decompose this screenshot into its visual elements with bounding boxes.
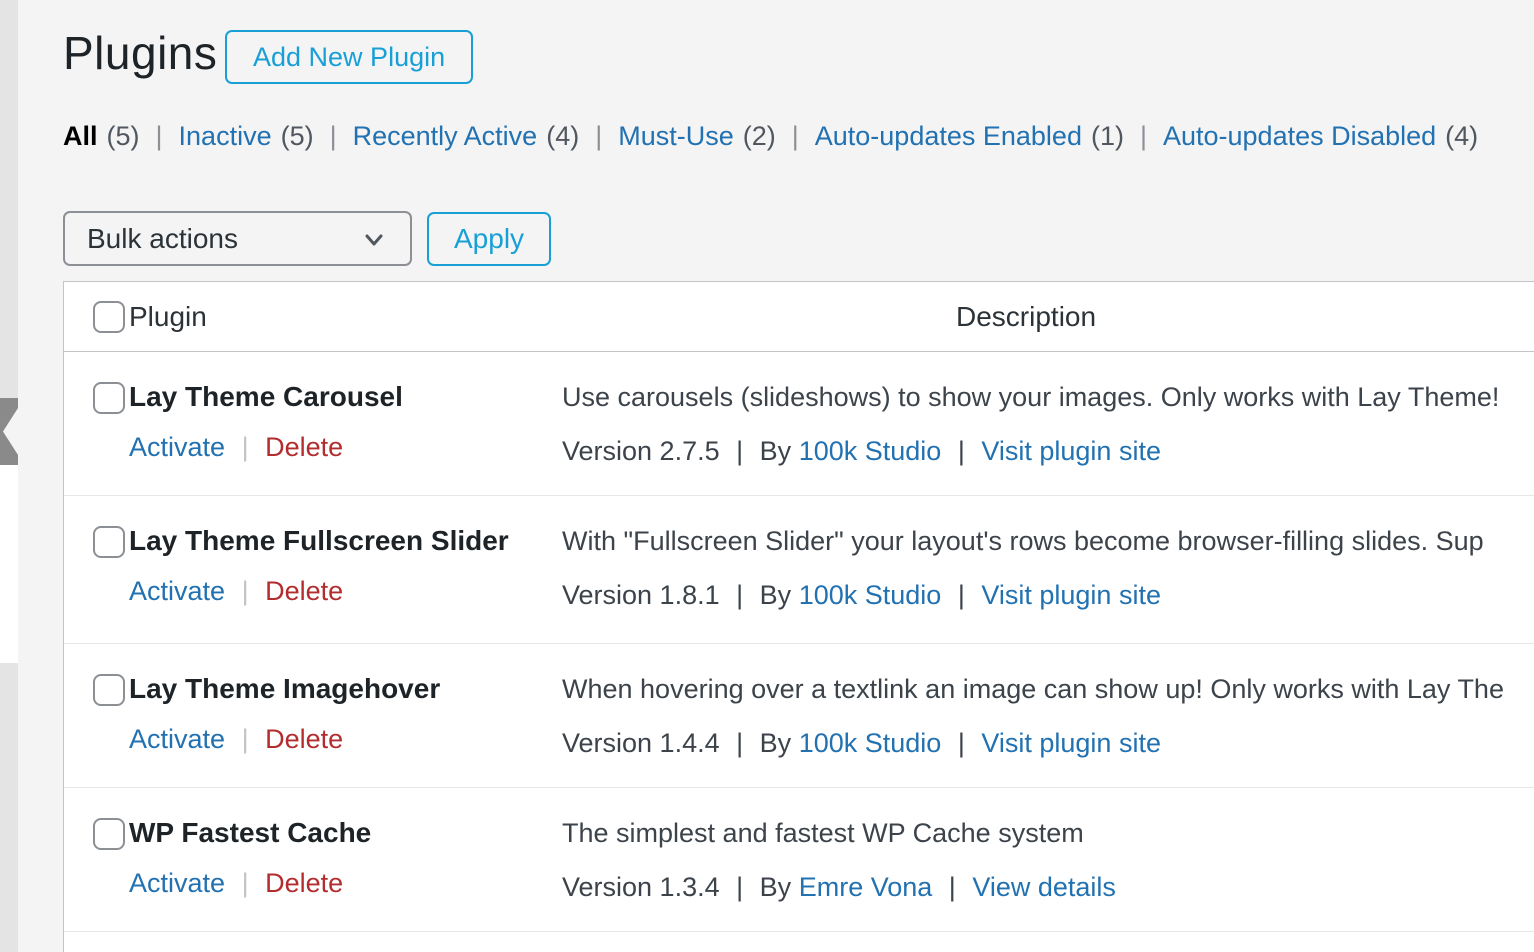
- view-details-link[interactable]: View details: [972, 872, 1116, 902]
- row-actions: Activate | Delete: [129, 723, 562, 756]
- activate-link[interactable]: Activate: [129, 432, 225, 462]
- plugin-version: Version 1.8.1: [562, 580, 720, 610]
- bulk-actions-select[interactable]: Bulk actions: [63, 211, 412, 266]
- plugin-row-wp-fastest-cache: WP Fastest Cache Activate | Delete The s…: [64, 788, 1534, 932]
- plugin-version: Version 1.4.4: [562, 728, 720, 758]
- plugin-status-filters: All (5) | Inactive (5) | Recently Active…: [63, 121, 1478, 152]
- plugin-name: WP Fastest Cache: [129, 816, 562, 850]
- plugin-meta: Version 2.7.5 | By 100k Studio | Visit p…: [562, 435, 1534, 468]
- back-chevron-tab: [0, 398, 18, 465]
- filter-inactive[interactable]: Inactive (5): [179, 121, 314, 152]
- add-new-plugin-button[interactable]: Add New Plugin: [225, 30, 473, 84]
- action-separator: |: [242, 724, 249, 754]
- activate-link[interactable]: Activate: [129, 576, 225, 606]
- plugin-version: Version 1.3.4: [562, 872, 720, 902]
- visit-plugin-site-link[interactable]: Visit plugin site: [981, 728, 1161, 758]
- filter-must-use[interactable]: Must-Use (2): [618, 121, 776, 152]
- plugin-row-lay-theme-carousel: Lay Theme Carousel Activate | Delete Use…: [64, 352, 1534, 496]
- filter-separator: |: [330, 121, 337, 152]
- filter-separator: |: [595, 121, 602, 152]
- column-header-plugin: Plugin: [129, 301, 562, 333]
- activate-link[interactable]: Activate: [129, 724, 225, 754]
- select-plugin-checkbox[interactable]: [93, 818, 125, 850]
- filter-separator: |: [156, 121, 163, 152]
- table-header-row: Plugin Description: [64, 282, 1534, 352]
- delete-link[interactable]: Delete: [265, 432, 343, 462]
- author-link[interactable]: 100k Studio: [799, 728, 942, 758]
- visit-plugin-site-link[interactable]: Visit plugin site: [981, 436, 1161, 466]
- action-separator: |: [242, 432, 249, 462]
- plugin-meta: Version 1.8.1 | By 100k Studio | Visit p…: [562, 579, 1534, 612]
- page-title: Plugins: [63, 26, 217, 80]
- select-plugin-checkbox[interactable]: [93, 674, 125, 706]
- author-link[interactable]: Emre Vona: [799, 872, 933, 902]
- column-header-description: Description: [562, 301, 1534, 333]
- left-edge-strip: [0, 0, 18, 952]
- plugin-version: Version 2.7.5: [562, 436, 720, 466]
- delete-link[interactable]: Delete: [265, 724, 343, 754]
- plugin-row-partial: [64, 932, 1534, 952]
- delete-link[interactable]: Delete: [265, 576, 343, 606]
- filter-separator: |: [792, 121, 799, 152]
- plugin-name: Lay Theme Carousel: [129, 380, 562, 414]
- select-all-checkbox[interactable]: [93, 301, 125, 333]
- plugin-name: Lay Theme Fullscreen Slider: [129, 524, 562, 558]
- apply-button[interactable]: Apply: [427, 212, 551, 266]
- plugin-row-lay-theme-fullscreen-slider: Lay Theme Fullscreen Slider Activate | D…: [64, 496, 1534, 644]
- plugin-row-lay-theme-imagehover: Lay Theme Imagehover Activate | Delete W…: [64, 644, 1534, 788]
- author-link[interactable]: 100k Studio: [799, 436, 942, 466]
- row-actions: Activate | Delete: [129, 431, 562, 464]
- filter-all[interactable]: All (5): [63, 121, 140, 152]
- plugins-admin-page: Plugins Add New Plugin All (5) | Inactiv…: [18, 0, 1534, 952]
- chevron-down-icon: [360, 225, 388, 253]
- action-separator: |: [242, 576, 249, 606]
- left-edge-white-gap: [0, 465, 18, 663]
- plugin-name: Lay Theme Imagehover: [129, 672, 562, 706]
- plugin-meta: Version 1.4.4 | By 100k Studio | Visit p…: [562, 727, 1534, 760]
- plugins-table: Plugin Description Lay Theme Carousel Ac…: [63, 281, 1534, 952]
- filter-separator: |: [1140, 121, 1147, 152]
- delete-link[interactable]: Delete: [265, 868, 343, 898]
- filter-auto-updates-enabled[interactable]: Auto-updates Enabled (1): [815, 121, 1124, 152]
- filter-auto-updates-disabled[interactable]: Auto-updates Disabled (4): [1163, 121, 1478, 152]
- row-actions: Activate | Delete: [129, 575, 562, 608]
- author-link[interactable]: 100k Studio: [799, 580, 942, 610]
- filter-recently-active[interactable]: Recently Active (4): [353, 121, 580, 152]
- select-plugin-checkbox[interactable]: [93, 526, 125, 558]
- plugin-description: The simplest and fastest WP Cache system: [562, 816, 1534, 850]
- visit-plugin-site-link[interactable]: Visit plugin site: [981, 580, 1161, 610]
- plugin-description: When hovering over a textlink an image c…: [562, 672, 1534, 706]
- select-plugin-checkbox[interactable]: [93, 382, 125, 414]
- plugin-meta: Version 1.3.4 | By Emre Vona | View deta…: [562, 871, 1534, 904]
- activate-link[interactable]: Activate: [129, 868, 225, 898]
- plugin-description: With "Fullscreen Slider" your layout's r…: [562, 524, 1534, 558]
- plugin-description: Use carousels (slideshows) to show your …: [562, 380, 1534, 414]
- row-actions: Activate | Delete: [129, 867, 562, 900]
- action-separator: |: [242, 868, 249, 898]
